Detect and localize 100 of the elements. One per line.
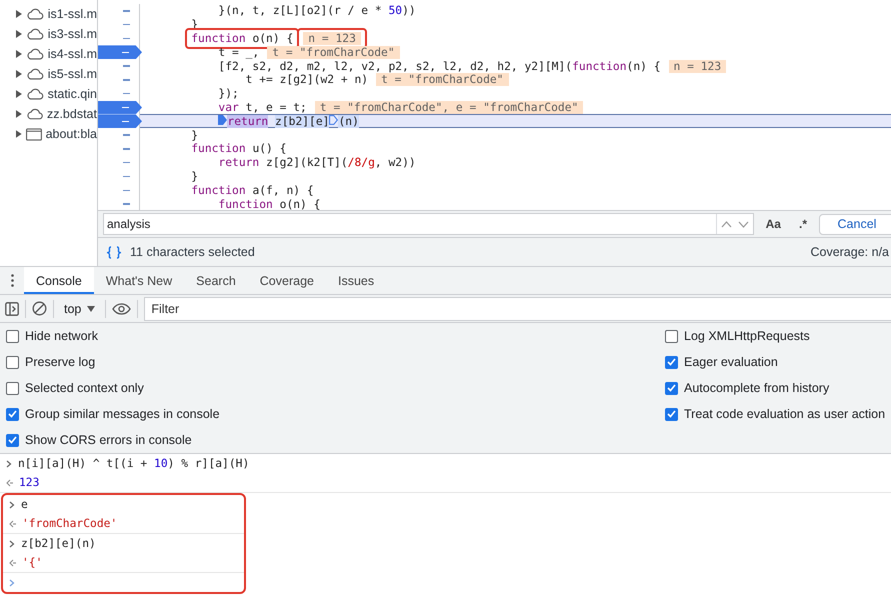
tree-item-label[interactable]: is5-ssl.m <box>48 67 97 81</box>
line-marker-icon[interactable] <box>123 65 130 67</box>
inline-value: t = "fromCharCode", e = "fromCharCode" <box>314 100 584 114</box>
next-match-icon[interactable] <box>738 220 749 228</box>
code-line: function a(f, n) { <box>190 184 314 197</box>
code-line: function o(n) { <box>191 32 294 45</box>
regex-button[interactable]: .* <box>792 217 813 231</box>
tree-item-label[interactable]: static.qin <box>48 87 97 101</box>
console-result-text: 'fromCharCode' <box>22 517 118 530</box>
expand-arrow-icon[interactable] <box>16 130 22 138</box>
code-line: function o(n) { <box>217 198 320 210</box>
line-marker-icon[interactable] <box>123 24 130 26</box>
inline-value: n = 123 <box>668 60 726 73</box>
code-line: var t, e = t; <box>217 100 307 114</box>
tree-item-label[interactable]: about:bla <box>46 127 97 141</box>
drawer-tab[interactable]: Coverage <box>248 267 326 294</box>
line-marker-icon[interactable] <box>123 10 130 12</box>
code-line: function u() { <box>190 142 286 156</box>
frame-icon <box>26 128 42 140</box>
clear-console-icon[interactable] <box>32 301 47 316</box>
code-line: t = _, <box>217 46 260 59</box>
expand-arrow-icon[interactable] <box>16 50 22 58</box>
breakpoint-marker[interactable] <box>98 114 142 128</box>
dropdown-caret-icon <box>87 306 96 312</box>
tree-item-label[interactable]: is3-ssl.m <box>48 27 97 41</box>
line-marker-icon[interactable] <box>123 79 130 81</box>
line-marker-icon[interactable] <box>123 162 130 164</box>
console-result-text: '{' <box>22 556 42 569</box>
console-command-text: n[i][a](H) ^ t[(i + 10) % r][a](H) <box>18 457 250 470</box>
eye-icon[interactable] <box>112 302 132 314</box>
cloud-icon <box>26 28 44 40</box>
tree-item-label[interactable]: zz.bdstat <box>46 107 97 121</box>
checkbox[interactable] <box>665 356 678 368</box>
inline-value: t = "fromCharCode" <box>376 73 508 86</box>
expand-arrow-icon[interactable] <box>16 90 22 98</box>
cloud-icon <box>26 8 44 20</box>
console-command-text: z[b2][e](n) <box>21 537 96 550</box>
line-marker-icon[interactable] <box>123 176 130 178</box>
line-marker-icon[interactable] <box>123 203 130 205</box>
code-line: } <box>190 170 198 183</box>
tree-item-label[interactable]: is1-ssl.m <box>48 7 97 21</box>
search-field[interactable]: analysis <box>103 213 754 235</box>
filter-field[interactable]: Filter <box>144 296 891 320</box>
tree-item-label[interactable]: is4-ssl.m <box>48 47 97 61</box>
checkbox-label: Log XMLHttpRequests <box>684 329 810 343</box>
checkbox[interactable] <box>665 408 678 420</box>
checkbox-label: Show CORS errors in console <box>25 433 192 447</box>
console-result-text: 123 <box>19 476 40 489</box>
console-command-text: e <box>21 498 28 511</box>
code-line: }(n, t, z[L][o2](r / e * 50)) <box>217 4 416 18</box>
checkbox-label: Treat code evaluation as user action <box>684 407 886 421</box>
match-case-button[interactable]: Aa <box>760 217 787 231</box>
line-marker-icon[interactable] <box>123 190 130 191</box>
checkbox[interactable] <box>6 382 19 394</box>
expand-arrow-icon[interactable] <box>16 30 22 38</box>
checkbox-label: Hide network <box>25 329 98 343</box>
line-marker-icon[interactable] <box>123 38 130 40</box>
more-options-icon[interactable] <box>10 274 14 287</box>
drawer-tab[interactable]: Issues <box>326 267 386 294</box>
checkbox[interactable] <box>665 382 678 394</box>
breakpoint-marker[interactable] <box>98 100 142 114</box>
line-marker-icon[interactable] <box>123 92 130 94</box>
sidebar-toggle-icon[interactable] <box>5 302 19 316</box>
result-arrow-icon <box>9 520 16 528</box>
expand-arrow-icon[interactable] <box>16 70 22 78</box>
code-line: t += z[g2](w2 + n) <box>244 73 368 86</box>
cloud-icon <box>26 88 44 100</box>
checkbox[interactable] <box>6 330 19 342</box>
breakpoint-marker[interactable] <box>98 45 142 60</box>
line-marker-icon[interactable] <box>123 148 130 150</box>
checkbox-label: Selected context only <box>25 381 144 395</box>
line-marker-icon[interactable] <box>123 134 130 136</box>
code-line: } <box>190 128 198 142</box>
cloud-icon <box>26 48 44 60</box>
drawer-tab[interactable]: What's New <box>94 267 184 294</box>
context-dropdown[interactable]: top <box>60 302 100 316</box>
checkbox[interactable] <box>665 330 678 342</box>
coverage-status: Coverage: n/a <box>810 245 889 259</box>
inline-value: n = 123 <box>303 32 361 45</box>
checkbox-label: Group similar messages in console <box>25 407 220 421</box>
selection-status: 11 characters selected <box>130 245 255 259</box>
cloud-icon <box>26 68 44 80</box>
cancel-button[interactable]: Cancel <box>819 214 891 234</box>
drawer-tab[interactable]: Search <box>184 267 248 294</box>
checkbox[interactable] <box>6 408 19 420</box>
prompt-icon <box>9 578 15 586</box>
checkbox[interactable] <box>6 434 19 446</box>
code-line: }); <box>217 87 239 100</box>
code-line: return z[b2][e] (n) <box>164 114 359 128</box>
drawer-tab[interactable]: Console <box>24 267 94 294</box>
pretty-print-icon[interactable] <box>106 246 122 258</box>
previous-match-icon[interactable] <box>720 220 732 228</box>
checkbox-label: Eager evaluation <box>684 355 778 369</box>
call-location-icon[interactable] <box>329 114 338 125</box>
expand-arrow-icon[interactable] <box>16 110 22 118</box>
result-arrow-icon <box>6 478 13 486</box>
checkbox-label: Autocomplete from history <box>684 381 830 395</box>
expand-arrow-icon[interactable] <box>16 10 22 18</box>
checkbox[interactable] <box>6 356 19 368</box>
code-line: return z[g2](k2[T](/8/g, w2)) <box>217 156 416 170</box>
